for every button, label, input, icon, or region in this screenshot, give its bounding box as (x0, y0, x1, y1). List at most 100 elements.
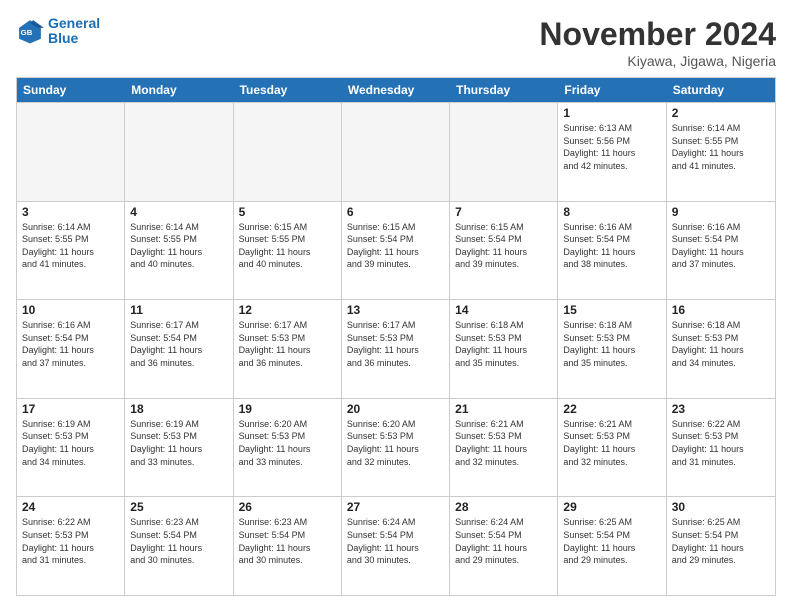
day-number: 18 (130, 402, 227, 416)
day-number: 26 (239, 500, 336, 514)
cal-cell: 11Sunrise: 6:17 AM Sunset: 5:54 PM Dayli… (125, 300, 233, 398)
day-number: 29 (563, 500, 660, 514)
header-cell-friday: Friday (558, 78, 666, 102)
cal-cell: 27Sunrise: 6:24 AM Sunset: 5:54 PM Dayli… (342, 497, 450, 595)
day-number: 21 (455, 402, 552, 416)
header-cell-monday: Monday (125, 78, 233, 102)
cal-cell: 22Sunrise: 6:21 AM Sunset: 5:53 PM Dayli… (558, 399, 666, 497)
day-number: 1 (563, 106, 660, 120)
cal-cell: 12 Sunrise: 6:17 AM Sunset: 5:53 PM Dayli… (234, 300, 342, 398)
page: GB General Blue November 2024 Kiyawa, Ji… (0, 0, 792, 612)
day-info: Sunrise: 6:14 AM Sunset: 5:55 PM Dayligh… (672, 122, 770, 172)
day-info: Sunrise: 6:17 AM Sunset: 5:53 PM Dayligh… (239, 319, 336, 369)
svg-text:GB: GB (21, 28, 33, 37)
day-number: 8 (563, 205, 660, 219)
day-info: Sunrise: 6:15 AM Sunset: 5:55 PM Dayligh… (239, 221, 336, 271)
day-number: 5 (239, 205, 336, 219)
cal-cell: 4 Sunrise: 6:14 AM Sunset: 5:55 PM Daylig… (125, 202, 233, 300)
calendar-header: SundayMondayTuesdayWednesdayThursdayFrid… (17, 78, 775, 102)
location: Kiyawa, Jigawa, Nigeria (539, 53, 776, 69)
week-row-1: 1Sunrise: 6:13 AM Sunset: 5:56 PM Daylig… (17, 102, 775, 201)
header-cell-tuesday: Tuesday (234, 78, 342, 102)
day-info: Sunrise: 6:18 AM Sunset: 5:53 PM Dayligh… (563, 319, 660, 369)
week-row-2: 3 Sunrise: 6:14 AM Sunset: 5:55 PM Daylig… (17, 201, 775, 300)
day-info: Sunrise: 6:15 AM Sunset: 5:54 PM Dayligh… (347, 221, 444, 271)
cal-cell: 16Sunrise: 6:18 AM Sunset: 5:53 PM Dayli… (667, 300, 775, 398)
day-number: 23 (672, 402, 770, 416)
cal-cell: 6Sunrise: 6:15 AM Sunset: 5:54 PM Daylig… (342, 202, 450, 300)
day-info: Sunrise: 6:18 AM Sunset: 5:53 PM Dayligh… (672, 319, 770, 369)
cal-cell: 3Sunrise: 6:14 AM Sunset: 5:55 PM Daylig… (17, 202, 125, 300)
day-number: 19 (239, 402, 336, 416)
day-number: 3 (22, 205, 119, 219)
header-cell-sunday: Sunday (17, 78, 125, 102)
day-number: 25 (130, 500, 227, 514)
week-row-4: 17 Sunrise: 6:19 AM Sunset: 5:53 PM Dayli… (17, 398, 775, 497)
logo-line1: General (48, 15, 100, 31)
cal-cell: 2 Sunrise: 6:14 AM Sunset: 5:55 PM Daylig… (667, 103, 775, 201)
cal-cell: 24Sunrise: 6:22 AM Sunset: 5:53 PM Dayli… (17, 497, 125, 595)
cal-cell: 25Sunrise: 6:23 AM Sunset: 5:54 PM Dayli… (125, 497, 233, 595)
header-cell-thursday: Thursday (450, 78, 558, 102)
week-row-3: 10Sunrise: 6:16 AM Sunset: 5:54 PM Dayli… (17, 299, 775, 398)
week-row-5: 24Sunrise: 6:22 AM Sunset: 5:53 PM Dayli… (17, 496, 775, 595)
day-info: Sunrise: 6:16 AM Sunset: 5:54 PM Dayligh… (22, 319, 119, 369)
day-info: Sunrise: 6:21 AM Sunset: 5:53 PM Dayligh… (455, 418, 552, 468)
cal-cell (342, 103, 450, 201)
cal-cell (17, 103, 125, 201)
cal-cell: 15 Sunrise: 6:18 AM Sunset: 5:53 PM Dayli… (558, 300, 666, 398)
header-cell-wednesday: Wednesday (342, 78, 450, 102)
cal-cell: 10Sunrise: 6:16 AM Sunset: 5:54 PM Dayli… (17, 300, 125, 398)
calendar-body: 1Sunrise: 6:13 AM Sunset: 5:56 PM Daylig… (17, 102, 775, 595)
cal-cell: 17 Sunrise: 6:19 AM Sunset: 5:53 PM Dayli… (17, 399, 125, 497)
cal-cell: 29 Sunrise: 6:25 AM Sunset: 5:54 PM Dayli… (558, 497, 666, 595)
day-info: Sunrise: 6:16 AM Sunset: 5:54 PM Dayligh… (672, 221, 770, 271)
day-number: 2 (672, 106, 770, 120)
day-info: Sunrise: 6:22 AM Sunset: 5:53 PM Dayligh… (672, 418, 770, 468)
day-number: 22 (563, 402, 660, 416)
cal-cell: 26 Sunrise: 6:23 AM Sunset: 5:54 PM Dayli… (234, 497, 342, 595)
header: GB General Blue November 2024 Kiyawa, Ji… (16, 16, 776, 69)
cal-cell: 8 Sunrise: 6:16 AM Sunset: 5:54 PM Daylig… (558, 202, 666, 300)
day-info: Sunrise: 6:18 AM Sunset: 5:53 PM Dayligh… (455, 319, 552, 369)
cal-cell: 1Sunrise: 6:13 AM Sunset: 5:56 PM Daylig… (558, 103, 666, 201)
cal-cell: 13Sunrise: 6:17 AM Sunset: 5:53 PM Dayli… (342, 300, 450, 398)
day-number: 12 (239, 303, 336, 317)
day-number: 17 (22, 402, 119, 416)
day-info: Sunrise: 6:23 AM Sunset: 5:54 PM Dayligh… (239, 516, 336, 566)
day-info: Sunrise: 6:16 AM Sunset: 5:54 PM Dayligh… (563, 221, 660, 271)
day-number: 7 (455, 205, 552, 219)
cal-cell: 21 Sunrise: 6:21 AM Sunset: 5:53 PM Dayli… (450, 399, 558, 497)
day-number: 30 (672, 500, 770, 514)
day-number: 9 (672, 205, 770, 219)
day-number: 20 (347, 402, 444, 416)
day-info: Sunrise: 6:20 AM Sunset: 5:53 PM Dayligh… (347, 418, 444, 468)
header-cell-saturday: Saturday (667, 78, 775, 102)
day-info: Sunrise: 6:24 AM Sunset: 5:54 PM Dayligh… (347, 516, 444, 566)
day-number: 4 (130, 205, 227, 219)
logo-line2: Blue (48, 30, 78, 46)
cal-cell: 7 Sunrise: 6:15 AM Sunset: 5:54 PM Daylig… (450, 202, 558, 300)
day-info: Sunrise: 6:25 AM Sunset: 5:54 PM Dayligh… (672, 516, 770, 566)
cal-cell: 18Sunrise: 6:19 AM Sunset: 5:53 PM Dayli… (125, 399, 233, 497)
cal-cell: 28Sunrise: 6:24 AM Sunset: 5:54 PM Dayli… (450, 497, 558, 595)
cal-cell: 14 Sunrise: 6:18 AM Sunset: 5:53 PM Dayli… (450, 300, 558, 398)
day-info: Sunrise: 6:14 AM Sunset: 5:55 PM Dayligh… (130, 221, 227, 271)
day-info: Sunrise: 6:25 AM Sunset: 5:54 PM Dayligh… (563, 516, 660, 566)
day-info: Sunrise: 6:19 AM Sunset: 5:53 PM Dayligh… (22, 418, 119, 468)
logo-icon: GB (16, 17, 44, 45)
cal-cell: 20 Sunrise: 6:20 AM Sunset: 5:53 PM Dayli… (342, 399, 450, 497)
day-info: Sunrise: 6:24 AM Sunset: 5:54 PM Dayligh… (455, 516, 552, 566)
title-block: November 2024 Kiyawa, Jigawa, Nigeria (539, 16, 776, 69)
cal-cell: 5 Sunrise: 6:15 AM Sunset: 5:55 PM Daylig… (234, 202, 342, 300)
day-number: 13 (347, 303, 444, 317)
day-info: Sunrise: 6:15 AM Sunset: 5:54 PM Dayligh… (455, 221, 552, 271)
cal-cell: 30 Sunrise: 6:25 AM Sunset: 5:54 PM Dayli… (667, 497, 775, 595)
day-number: 14 (455, 303, 552, 317)
logo: GB General Blue (16, 16, 100, 47)
day-number: 15 (563, 303, 660, 317)
cal-cell: 9 Sunrise: 6:16 AM Sunset: 5:54 PM Daylig… (667, 202, 775, 300)
day-info: Sunrise: 6:22 AM Sunset: 5:53 PM Dayligh… (22, 516, 119, 566)
day-info: Sunrise: 6:20 AM Sunset: 5:53 PM Dayligh… (239, 418, 336, 468)
calendar: SundayMondayTuesdayWednesdayThursdayFrid… (16, 77, 776, 596)
